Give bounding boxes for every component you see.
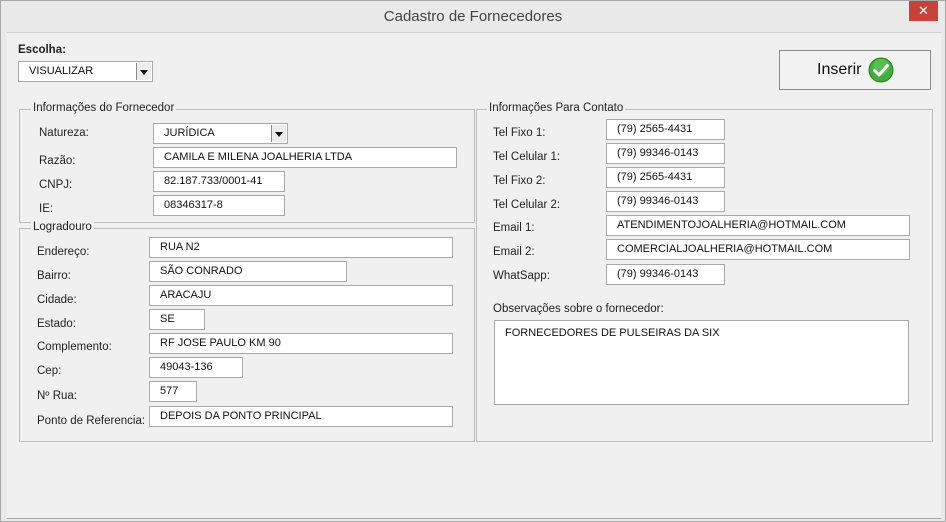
- razao-field[interactable]: CAMILA E MILENA JOALHERIA LTDA: [153, 147, 457, 168]
- cnpj-label: CNPJ:: [39, 179, 73, 191]
- inserir-label: Inserir: [817, 61, 862, 78]
- tel-celular-2-label: Tel Celular 2:: [493, 199, 561, 211]
- email-2-field[interactable]: COMERCIALJOALHERIA@HOTMAIL.COM: [606, 239, 910, 260]
- tel-celular-1-label: Tel Celular 1:: [493, 151, 561, 163]
- tel-fixo-1-field[interactable]: (79) 2565-4431: [606, 119, 725, 140]
- check-icon: [868, 57, 894, 83]
- cep-label: Cep:: [37, 365, 62, 377]
- email-2-label: Email 2:: [493, 246, 535, 258]
- logradouro-frame-title: Logradouro: [31, 221, 94, 233]
- natureza-label: Natureza:: [39, 127, 89, 139]
- complemento-label: Complemento:: [37, 341, 112, 353]
- bairro-field[interactable]: SÃO CONRADO: [149, 261, 347, 282]
- estado-field[interactable]: SE: [149, 309, 205, 330]
- title-bar: Cadastro de Fornecedores ✕: [1, 1, 945, 32]
- tel-fixo-1-label: Tel Fixo 1:: [493, 127, 546, 139]
- bairro-label: Bairro:: [37, 270, 71, 282]
- tel-fixo-2-label: Tel Fixo 2:: [493, 175, 546, 187]
- natureza-value: JURÍDICA: [164, 127, 215, 139]
- cadastro-window: Cadastro de Fornecedores ✕ Escolha: VISU…: [0, 0, 946, 522]
- form-area: Escolha: VISUALIZAR Inserir Informações …: [7, 32, 941, 519]
- cidade-field[interactable]: ARACAJU: [149, 285, 453, 306]
- chevron-down-icon[interactable]: [136, 63, 151, 80]
- fornecedor-frame-title: Informações do Fornecedor: [31, 102, 177, 114]
- close-button[interactable]: ✕: [909, 1, 938, 21]
- email-1-label: Email 1:: [493, 222, 535, 234]
- complemento-field[interactable]: RF JOSE PAULO KM 90: [149, 333, 453, 354]
- chevron-down-icon[interactable]: [271, 125, 286, 142]
- tel-celular-1-field[interactable]: (79) 99346-0143: [606, 143, 725, 164]
- natureza-combobox[interactable]: JURÍDICA: [153, 123, 288, 144]
- cnpj-field[interactable]: 82.187.733/0001-41: [153, 171, 285, 192]
- estado-label: Estado:: [37, 318, 76, 330]
- cidade-label: Cidade:: [37, 294, 77, 306]
- escolha-value: VISUALIZAR: [29, 65, 94, 77]
- referencia-field[interactable]: DEPOIS DA PONTO PRINCIPAL: [149, 406, 453, 427]
- razao-label: Razão:: [39, 155, 76, 167]
- escolha-label: Escolha:: [18, 44, 66, 56]
- referencia-label: Ponto de Referencia:: [37, 415, 146, 427]
- email-1-field[interactable]: ATENDIMENTOJOALHERIA@HOTMAIL.COM: [606, 215, 910, 236]
- ie-label: IE:: [39, 203, 54, 215]
- whatsapp-label: WhatSapp:: [493, 270, 550, 282]
- numero-rua-label: Nº Rua:: [37, 390, 77, 402]
- observacoes-label: Observações sobre o fornecedor:: [493, 303, 664, 315]
- ie-field[interactable]: 08346317-8: [153, 195, 285, 216]
- whatsapp-field[interactable]: (79) 99346-0143: [606, 264, 725, 285]
- contato-frame-title: Informações Para Contato: [487, 102, 626, 114]
- tel-celular-2-field[interactable]: (79) 99346-0143: [606, 191, 725, 212]
- endereco-field[interactable]: RUA N2: [149, 237, 453, 258]
- endereco-label: Endereço:: [37, 246, 90, 258]
- escolha-combobox[interactable]: VISUALIZAR: [18, 61, 153, 82]
- numero-rua-field[interactable]: 577: [149, 381, 197, 402]
- inserir-button[interactable]: Inserir: [779, 50, 931, 90]
- window-title: Cadastro de Fornecedores: [383, 8, 563, 25]
- cep-field[interactable]: 49043-136: [149, 357, 243, 378]
- observacoes-textarea[interactable]: FORNECEDORES DE PULSEIRAS DA SIX: [494, 320, 909, 405]
- tel-fixo-2-field[interactable]: (79) 2565-4431: [606, 167, 725, 188]
